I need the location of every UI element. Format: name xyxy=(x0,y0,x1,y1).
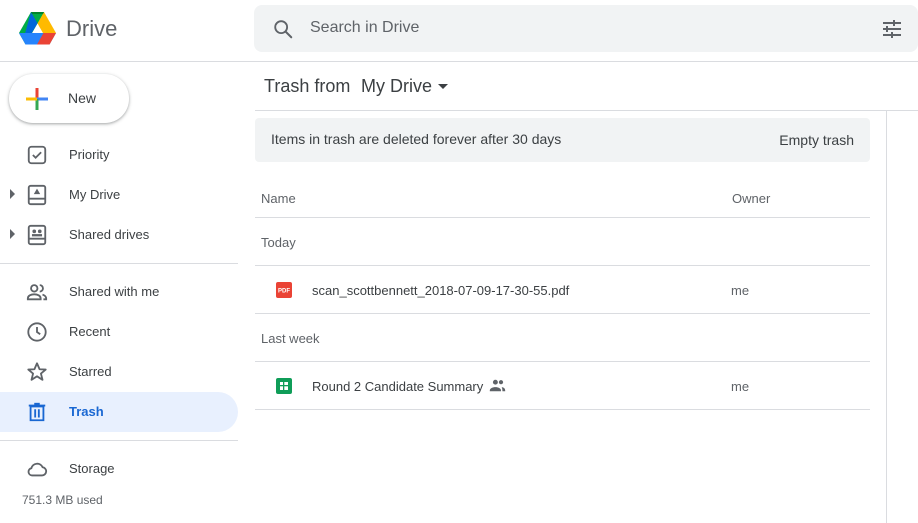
search-bar[interactable] xyxy=(254,5,918,52)
drive-logo-icon[interactable] xyxy=(19,12,56,46)
column-header-owner[interactable]: Owner xyxy=(732,191,770,206)
sidebar-item-shared-drives[interactable]: Shared drives xyxy=(0,215,238,255)
cloud-icon xyxy=(27,462,48,477)
file-owner: me xyxy=(731,283,750,298)
sidebar-item-shared-with-me[interactable]: Shared with me xyxy=(0,272,238,312)
new-button-label: New xyxy=(68,90,97,106)
shared-people-icon xyxy=(489,379,506,392)
sidebar-item-my-drive[interactable]: My Drive xyxy=(0,175,238,215)
tune-icon[interactable] xyxy=(880,17,904,41)
shared-drives-icon xyxy=(27,224,47,246)
group-label: Today xyxy=(261,235,296,250)
file-name: scan_scottbennett_2018-07-09-17-30-55.pd… xyxy=(312,283,570,298)
table-row[interactable]: Round 2 Candidate Summary me xyxy=(255,362,870,410)
my-drive-icon xyxy=(27,184,47,206)
pdf-file-icon: PDF xyxy=(276,282,292,298)
dropdown-caret-icon[interactable] xyxy=(438,84,448,89)
column-header-name[interactable]: Name xyxy=(261,191,296,206)
page-title-prefix: Trash from xyxy=(264,76,351,96)
file-name: Round 2 Candidate Summary xyxy=(312,379,484,394)
sidebar-item-label: My Drive xyxy=(69,187,121,202)
page-title-bar: Trash from My Drive xyxy=(255,62,918,111)
sidebar-divider xyxy=(0,263,238,264)
expand-caret-icon[interactable] xyxy=(10,189,15,199)
sidebar-item-priority[interactable]: Priority xyxy=(0,135,238,175)
new-button[interactable]: New xyxy=(9,74,129,123)
sidebar-item-label: Recent xyxy=(69,324,111,339)
people-icon xyxy=(26,284,48,301)
star-icon xyxy=(27,362,47,381)
sidebar-item-label: Shared drives xyxy=(69,227,150,242)
sidebar-item-storage[interactable]: Storage xyxy=(0,449,238,489)
file-owner: me xyxy=(731,379,750,394)
group-header-last-week: Last week xyxy=(255,314,870,362)
trash-icon xyxy=(28,402,46,422)
search-icon[interactable] xyxy=(272,18,294,40)
sidebar-item-label: Trash xyxy=(69,404,104,419)
location-dropdown[interactable]: My Drive xyxy=(361,76,432,97)
sidebar-item-label: Shared with me xyxy=(69,284,160,299)
table-row[interactable]: PDF scan_scottbennett_2018-07-09-17-30-5… xyxy=(255,266,870,314)
expand-caret-icon[interactable] xyxy=(10,229,15,239)
sidebar-item-label: Starred xyxy=(69,364,112,379)
app-header: Drive xyxy=(0,0,918,62)
sidebar-item-trash[interactable]: Trash xyxy=(0,392,238,432)
sidebar-item-label: Priority xyxy=(69,147,110,162)
sidebar-item-label: Storage xyxy=(69,461,115,476)
sidebar-item-starred[interactable]: Starred xyxy=(0,352,238,392)
file-list-header: Name Owner xyxy=(255,178,870,218)
sidebar-item-recent[interactable]: Recent xyxy=(0,312,238,352)
pdf-icon-text: PDF xyxy=(278,289,290,295)
search-input[interactable] xyxy=(310,15,850,41)
empty-trash-button[interactable]: Empty trash xyxy=(779,132,854,148)
details-panel-divider xyxy=(886,111,887,523)
storage-used-text: 751.3 MB used xyxy=(22,493,103,507)
trash-info-banner: Items in trash are deleted forever after… xyxy=(255,118,870,162)
plus-icon xyxy=(26,88,48,110)
clock-icon xyxy=(27,322,47,342)
sheets-file-icon xyxy=(276,378,292,394)
banner-text: Items in trash are deleted forever after… xyxy=(271,131,562,147)
group-label: Last week xyxy=(261,331,320,346)
group-header-today: Today xyxy=(255,218,870,266)
sidebar-divider xyxy=(0,440,238,441)
app-name[interactable]: Drive xyxy=(66,16,117,42)
priority-check-icon xyxy=(27,145,47,165)
